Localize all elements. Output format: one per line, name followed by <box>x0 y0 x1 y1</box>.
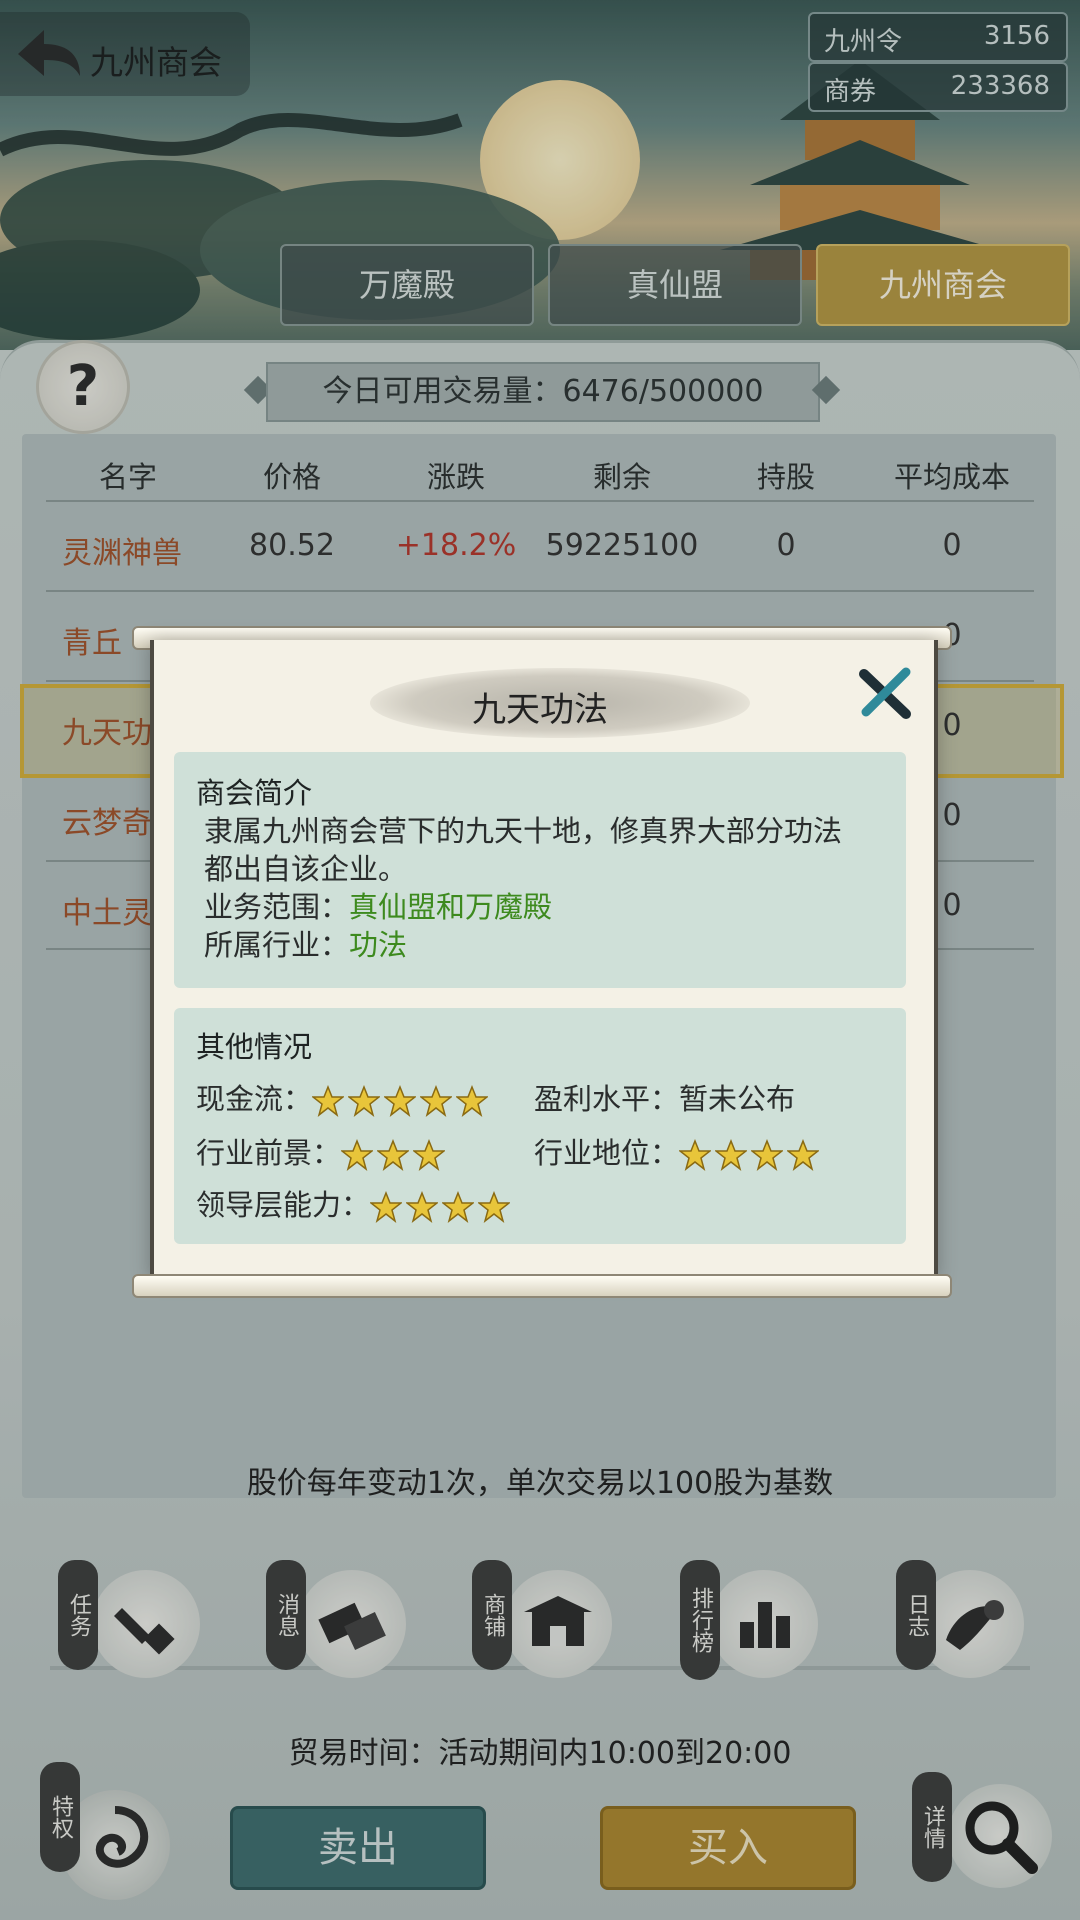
star-icon <box>785 1138 821 1171</box>
star-icon <box>440 1190 476 1223</box>
position-stars <box>677 1136 823 1171</box>
prospect-stars <box>339 1136 449 1171</box>
position-label: 行业地位： <box>534 1136 680 1170</box>
star-icon <box>346 1084 382 1117</box>
cashflow-label: 现金流： <box>196 1082 313 1116</box>
profit-rating: 盈利水平：暂未公布 <box>534 1076 795 1118</box>
star-icon <box>418 1084 454 1117</box>
scope-value: 真仙盟和万魔殿 <box>349 890 553 924</box>
position-rating: 行业地位： <box>534 1130 823 1172</box>
star-icon <box>375 1138 411 1171</box>
prospect-label: 行业前景： <box>196 1136 342 1170</box>
industry-label: 所属行业： <box>204 928 350 962</box>
scroll-bottom-roller <box>132 1274 952 1298</box>
intro-heading: 商会简介 <box>196 776 313 810</box>
scope-label: 业务范围： <box>204 890 350 924</box>
industry-row: 所属行业：功法 <box>204 922 407 964</box>
intro-text-line1: 隶属九州商会营下的九天十地，修真界大部分功法 <box>204 814 843 848</box>
close-icon[interactable] <box>858 666 912 720</box>
star-icon <box>713 1138 749 1171</box>
cashflow-rating: 现金流： <box>196 1076 492 1118</box>
business-scope-row: 业务范围：真仙盟和万魔殿 <box>204 884 552 926</box>
intro-text-line2: 都出自该企业。 <box>204 852 408 886</box>
industry-value: 功法 <box>349 928 408 962</box>
star-icon <box>310 1084 346 1117</box>
modal-title: 九天功法 <box>472 690 608 730</box>
prospect-rating: 行业前景： <box>196 1130 449 1172</box>
star-icon <box>677 1138 713 1171</box>
other-info-box: 其他情况 现金流： 盈利水平：暂未公布 行业前景： 行业地位： 领导层能力： <box>174 1008 906 1244</box>
other-heading: 其他情况 <box>196 1030 313 1064</box>
star-icon <box>411 1138 447 1171</box>
company-intro-box: 商会简介 隶属九州商会营下的九天十地，修真界大部分功法 都出自该企业。 业务范围… <box>174 752 906 988</box>
leadership-label: 领导层能力： <box>196 1188 371 1222</box>
star-icon <box>368 1190 404 1223</box>
star-icon <box>404 1190 440 1223</box>
star-icon <box>749 1138 785 1171</box>
profit-value: 暂未公布 <box>679 1082 796 1116</box>
cashflow-stars <box>310 1082 492 1117</box>
star-icon <box>339 1138 375 1171</box>
leadership-rating: 领导层能力： <box>196 1182 514 1224</box>
star-icon <box>476 1190 512 1223</box>
star-icon <box>454 1084 490 1117</box>
star-icon <box>382 1084 418 1117</box>
leadership-stars <box>368 1188 514 1223</box>
profit-label: 盈利水平： <box>534 1082 680 1116</box>
